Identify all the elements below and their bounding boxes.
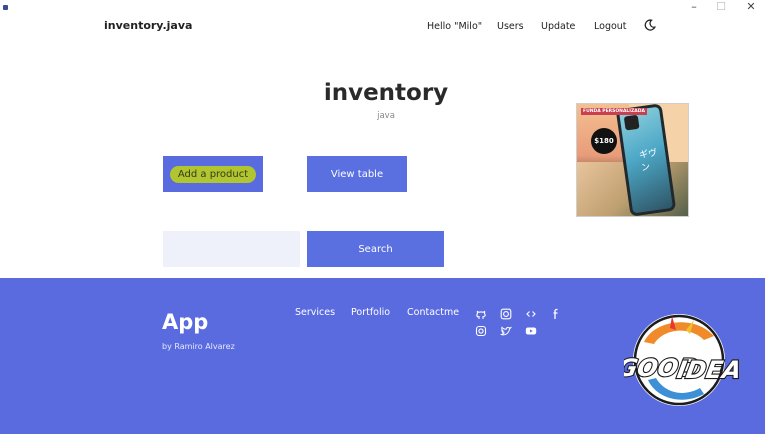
footer-app-name: App — [162, 310, 209, 334]
footer-link-portfolio[interactable]: Portfolio — [351, 307, 390, 318]
phone-case-text: ギヴン — [638, 148, 658, 174]
youtube-icon[interactable] — [525, 325, 537, 337]
moon-icon[interactable] — [644, 19, 656, 31]
footer-byline: by Ramiro Alvarez — [162, 342, 235, 351]
view-table-button[interactable]: View table — [307, 156, 407, 192]
product-label: FUNDA PERSONALIZADA — [581, 108, 647, 115]
app-icon — [3, 5, 8, 10]
codepen-icon[interactable] — [500, 308, 512, 320]
search-label: Search — [358, 243, 393, 255]
brand-link[interactable]: inventory.java — [104, 19, 192, 32]
view-table-label: View table — [330, 168, 384, 180]
search-button[interactable]: Search — [307, 231, 444, 267]
add-product-label: Add a product — [177, 168, 249, 180]
window-titlebar: – ☐ ✕ — [0, 0, 765, 16]
good-idea-logo: GOOD IDEA — [624, 314, 745, 406]
minimize-button[interactable]: – — [682, 0, 706, 16]
footer-link-contactme[interactable]: Contactme — [407, 307, 459, 318]
nav-users[interactable]: Users — [497, 21, 524, 32]
nav-logout[interactable]: Logout — [594, 21, 627, 32]
search-input[interactable] — [163, 231, 300, 267]
code-icon[interactable] — [525, 308, 537, 320]
twitter-icon[interactable] — [500, 325, 512, 337]
footer-link-services[interactable]: Services — [295, 307, 335, 318]
maximize-button[interactable]: ☐ — [709, 0, 733, 16]
add-product-button[interactable]: Add a product — [163, 156, 263, 192]
nav-greeting[interactable]: Hello "Milo" — [427, 21, 482, 32]
page-title: inventory — [323, 80, 449, 106]
svg-text:IDEA: IDEA — [675, 356, 744, 384]
facebook-icon[interactable] — [550, 308, 562, 320]
nav-update[interactable]: Update — [541, 21, 575, 32]
page-subtitle: java — [377, 111, 395, 121]
product-image: ギヴン FUNDA PERSONALIZADA $180 — [576, 103, 689, 217]
github-icon[interactable] — [475, 308, 487, 320]
close-button[interactable]: ✕ — [739, 0, 763, 16]
product-price-badge: $180 — [591, 128, 617, 154]
phone-camera — [623, 114, 640, 131]
instagram-icon[interactable] — [475, 325, 487, 337]
